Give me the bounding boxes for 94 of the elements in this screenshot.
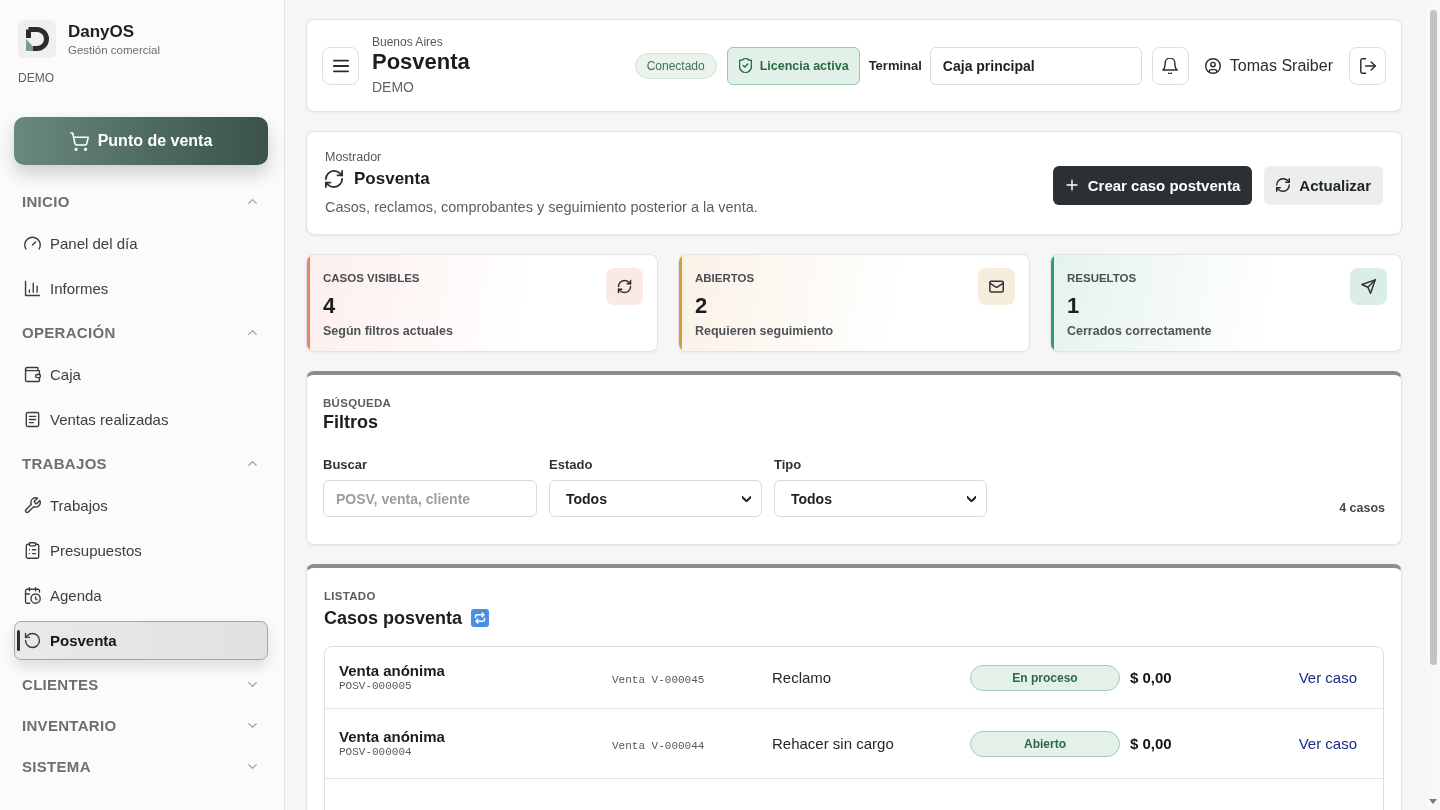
send-icon <box>1350 268 1387 305</box>
nav-item[interactable]: Trabajos <box>14 486 268 525</box>
user-menu[interactable]: Tomas Sraiber <box>1204 56 1333 75</box>
sale-reference: Venta V-000045 <box>612 673 705 686</box>
location-label: Buenos Aires <box>372 35 444 49</box>
repeat-icon <box>471 609 490 627</box>
document-icon <box>24 411 41 428</box>
case-amount: $ 0,00 <box>1130 668 1172 686</box>
customer-name: Venta anónima <box>339 728 445 745</box>
case-code: POSV-000004 <box>339 745 412 759</box>
refresh-icon <box>1276 178 1291 192</box>
nav-item[interactable]: Agenda <box>14 576 268 615</box>
scroll-down-icon[interactable] <box>1429 799 1437 804</box>
view-case-link[interactable]: Ver caso <box>1298 669 1357 686</box>
nav-item[interactable]: Presupuestos <box>14 531 268 570</box>
stat-label: ABIERTOS <box>695 271 755 285</box>
section-eyebrow: LISTADO <box>324 589 376 603</box>
status-badge: En proceso <box>970 664 1120 691</box>
section-header[interactable]: SISTEMA <box>14 746 268 786</box>
bell-icon <box>1162 57 1179 74</box>
section-eyebrow: Mostrador <box>325 149 382 165</box>
section-title: Posventa <box>354 168 430 189</box>
refresh-icon <box>606 268 643 305</box>
section-header[interactable]: CLIENTES <box>14 664 268 704</box>
section-header[interactable]: TRABAJOS <box>14 443 268 483</box>
section-header[interactable]: INICIO <box>14 181 268 221</box>
field-label: Estado <box>549 457 593 473</box>
view-case-link[interactable]: Ver caso <box>1298 735 1357 752</box>
stat-value: 1 <box>1067 293 1080 319</box>
wallet-icon <box>24 366 41 383</box>
refresh-icon <box>325 169 343 188</box>
caret-icon <box>742 495 751 502</box>
cart-icon <box>69 131 89 151</box>
stat-label: CASOS VISIBLES <box>323 271 420 285</box>
field-label: Tipo <box>774 457 802 473</box>
refresh-button[interactable]: Actualizar <box>1264 165 1383 205</box>
section-header[interactable]: INVENTARIO <box>14 705 268 745</box>
notifications-button[interactable] <box>1151 46 1189 85</box>
terminal-field[interactable]: Caja principal <box>929 46 1142 85</box>
environment-label: DEMO <box>372 78 415 96</box>
menu-button[interactable] <box>322 46 359 85</box>
status-badge: Abierto <box>970 730 1120 757</box>
case-type: Rehacer sin cargo <box>772 734 894 752</box>
rotate-arrow-icon <box>24 632 41 649</box>
sale-reference: Venta V-000044 <box>612 739 705 752</box>
dropdown[interactable]: Todos <box>774 480 987 517</box>
menu-icon <box>332 57 349 74</box>
field-label: Buscar <box>323 457 368 473</box>
logo-icon <box>18 20 56 58</box>
terminal-label: Terminal <box>868 58 922 73</box>
case-type: Reclamo <box>772 668 832 686</box>
logout-button[interactable] <box>1349 46 1386 85</box>
result-count: 4 casos <box>1339 501 1385 515</box>
nav-item[interactable]: Informes <box>14 269 268 308</box>
stat-label: RESUELTOS <box>1067 271 1137 285</box>
point-of-sale-button[interactable]: Punto de venta <box>14 117 268 165</box>
connection-badge: Conectado <box>634 52 717 79</box>
wrench-icon <box>24 497 41 514</box>
nav-item[interactable]: Ventas realizadas <box>14 400 268 439</box>
section-eyebrow: BÚSQUEDA <box>323 396 392 410</box>
page-title: Posventa <box>372 49 470 75</box>
nav-item[interactable]: Panel del día <box>14 224 268 263</box>
shield-check-icon <box>738 58 752 73</box>
bar-chart-icon <box>24 280 41 297</box>
clipboard-icon <box>24 542 41 559</box>
calendar-clock-icon <box>24 587 41 604</box>
license-status: Licencia activa <box>759 58 849 73</box>
create-case-button[interactable]: Crear caso postventa <box>1052 165 1253 205</box>
section-title: Casos posventa <box>324 607 463 630</box>
dropdown[interactable]: Todos <box>549 480 762 517</box>
nav-item[interactable]: Caja <box>14 355 268 394</box>
nav-item[interactable]: Posventa <box>14 621 268 660</box>
search-field[interactable]: POSV, venta, cliente <box>323 480 537 517</box>
stat-value: 4 <box>323 293 336 319</box>
logout-icon <box>1359 57 1376 74</box>
section-description: Casos, reclamos, comprobantes y seguimiento posterior a la venta. <box>325 197 758 217</box>
customer-name: Venta anónima <box>339 662 445 679</box>
user-icon <box>1204 57 1221 74</box>
caret-icon <box>967 495 976 502</box>
case-code: POSV-000005 <box>339 679 412 693</box>
stat-note: Según filtros actuales <box>323 323 453 339</box>
section-title: Filtros <box>323 411 378 434</box>
stat-note: Requieren seguimiento <box>695 323 834 339</box>
mail-icon <box>978 268 1015 305</box>
environment-label: DEMO <box>18 71 54 85</box>
stat-value: 2 <box>695 293 708 319</box>
stat-note: Cerrados correctamente <box>1067 323 1212 339</box>
scrollbar-thumb[interactable] <box>1429 10 1437 665</box>
app-name: DanyOS <box>68 21 136 42</box>
section-header[interactable]: OPERACIÓN <box>14 312 268 352</box>
case-amount: $ 0,00 <box>1130 734 1172 752</box>
app-subtitle: Gestión comercial <box>68 42 161 57</box>
gauge-icon <box>24 235 41 252</box>
plus-icon <box>1064 178 1079 192</box>
